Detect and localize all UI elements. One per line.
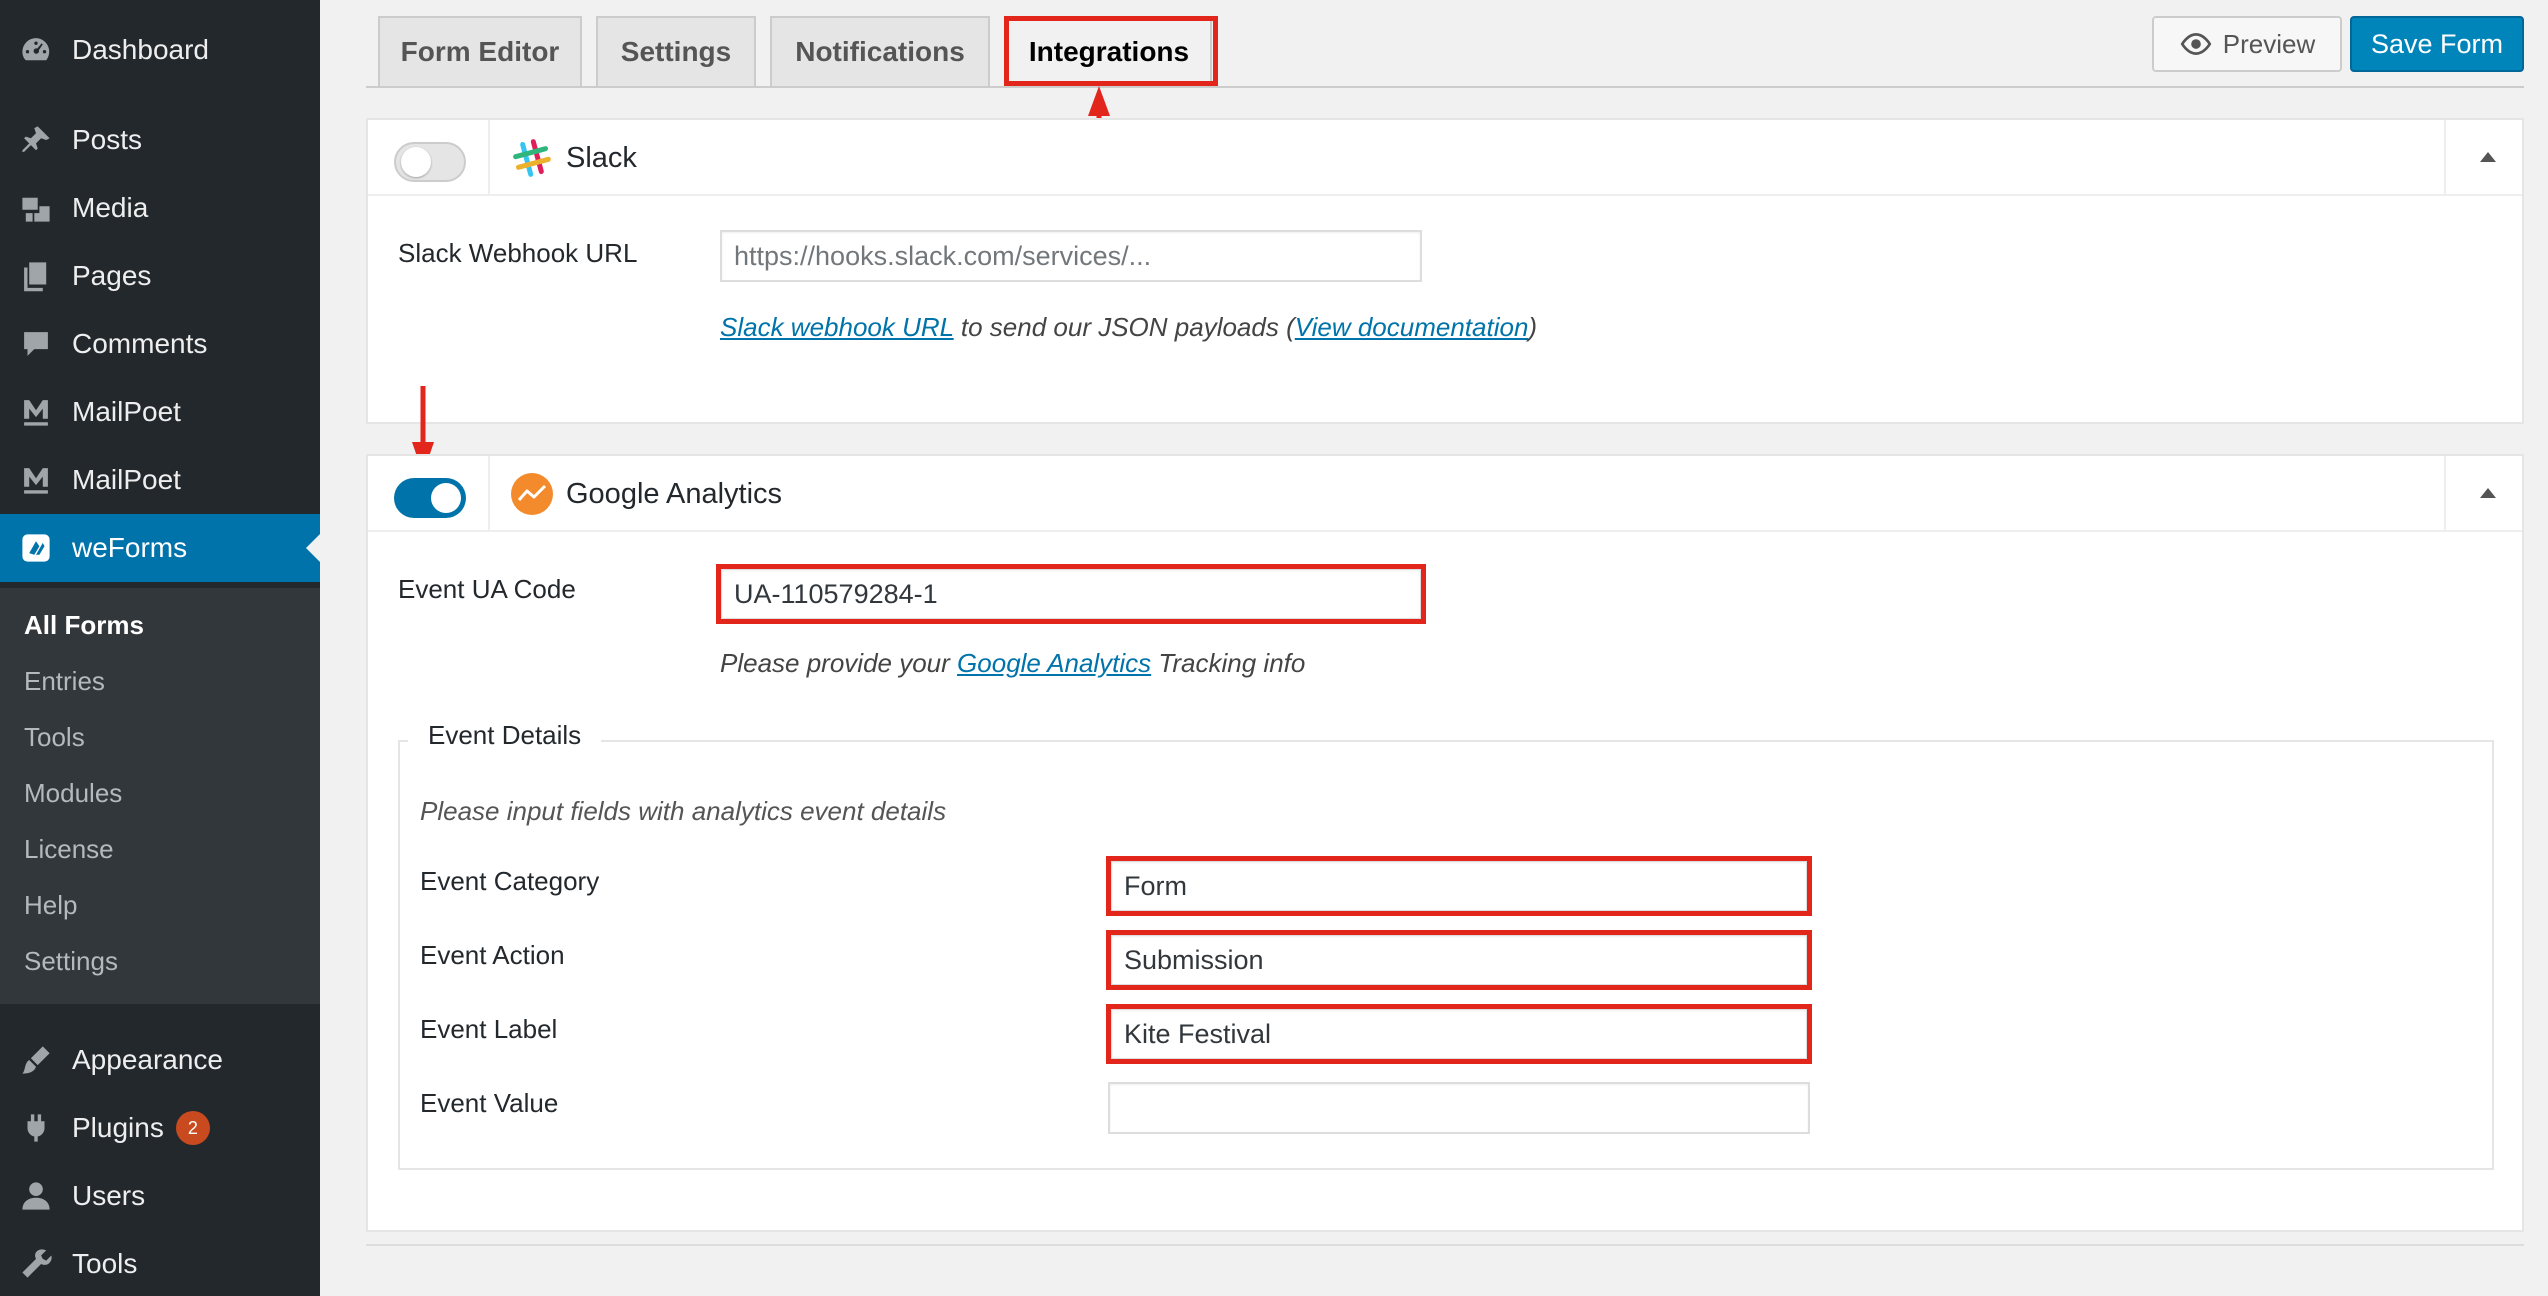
tab-integrations[interactable]: Integrations <box>1006 16 1212 86</box>
menu-label: Appearance <box>72 1044 224 1075</box>
ua-code-input[interactable]: UA-110579284-1 <box>720 568 1422 620</box>
media-icon <box>18 190 54 226</box>
slack-title: Slack <box>566 142 637 174</box>
slack-logo-icon <box>513 139 551 177</box>
menu-item-mailpoet[interactable]: MailPoet <box>0 378 320 446</box>
submenu-item-modules[interactable]: Modules <box>24 778 122 809</box>
event-category-input[interactable]: Form <box>1110 860 1808 912</box>
preview-label: Preview <box>2222 28 2316 59</box>
menu-item-media[interactable]: Media <box>0 174 320 242</box>
menu-item-plugins[interactable]: Plugins 2 <box>0 1094 320 1162</box>
slack-panel-header[interactable]: Slack <box>368 120 2522 196</box>
ga-help-text: Please provide your Google Analytics Tra… <box>720 648 1306 678</box>
submenu-item-tools[interactable]: Tools <box>24 722 85 753</box>
collapse-arrow-icon[interactable] <box>2480 488 2496 498</box>
event-action-input[interactable]: Submission <box>1110 934 1808 986</box>
menu-item-pages[interactable]: Pages <box>0 242 320 310</box>
event-label-label: Event Label <box>420 1014 558 1044</box>
tab-notifications[interactable]: Notifications <box>770 16 990 86</box>
comment-icon <box>18 326 54 362</box>
ga-toggle[interactable] <box>394 478 466 518</box>
tab-form-editor[interactable]: Form Editor <box>378 16 582 86</box>
menu-item-comments[interactable]: Comments <box>0 310 320 378</box>
ua-code-label: Event UA Code <box>398 574 576 604</box>
menu-label: Users <box>72 1180 146 1211</box>
google-analytics-link[interactable]: Google Analytics <box>957 648 1151 678</box>
submenu-item-settings[interactable]: Settings <box>24 946 118 977</box>
slack-help-mid: to send our JSON payloads ( <box>960 312 1295 342</box>
slack-help-text: Slack webhook URL to send our JSON paylo… <box>720 312 1537 343</box>
plugin-icon <box>18 1110 54 1146</box>
eye-icon <box>2180 33 2212 55</box>
event-details-legend: Event Details <box>408 720 602 751</box>
ga-title: Google Analytics <box>566 478 783 510</box>
menu-item-posts[interactable]: Posts <box>0 106 320 174</box>
event-value-label: Event Value <box>420 1088 559 1118</box>
weforms-icon <box>18 530 54 566</box>
menu-label: Pages <box>72 260 152 291</box>
user-icon <box>18 1178 54 1214</box>
view-documentation-link[interactable]: View documentation <box>1295 312 1529 342</box>
menu-label: Tools <box>72 1248 138 1279</box>
menu-item-mailpoet-2[interactable]: MailPoet <box>0 446 320 514</box>
wrench-icon <box>18 1246 54 1282</box>
google-analytics-icon <box>511 473 553 515</box>
slack-webhook-label: Slack Webhook URL <box>398 238 638 268</box>
brush-icon <box>18 1042 54 1078</box>
menu-label: Dashboard <box>72 34 209 65</box>
slack-help-end: ) <box>1528 312 1538 342</box>
slack-webhook-link[interactable]: Slack webhook URL <box>720 312 954 342</box>
submenu-item-help[interactable]: Help <box>24 890 77 921</box>
menu-label: MailPoet <box>72 464 181 495</box>
pin-icon <box>18 122 54 158</box>
dashboard-icon <box>18 32 54 68</box>
preview-button[interactable]: Preview <box>2152 16 2342 72</box>
save-form-button[interactable]: Save Form <box>2350 16 2524 72</box>
slack-integration-panel: Slack Slack Webhook URL https://hooks.sl… <box>366 118 2524 424</box>
menu-label: weForms <box>72 532 188 563</box>
event-value-input[interactable] <box>1108 1082 1810 1134</box>
ga-panel-header[interactable]: Google Analytics <box>368 456 2522 532</box>
slack-toggle[interactable] <box>394 142 466 182</box>
event-action-label: Event Action <box>420 940 565 970</box>
menu-label: Posts <box>72 124 143 155</box>
slack-webhook-input[interactable]: https://hooks.slack.com/services/... <box>720 230 1422 282</box>
tab-settings[interactable]: Settings <box>596 16 756 86</box>
menu-item-appearance[interactable]: Appearance <box>0 1026 320 1094</box>
menu-item-dashboard[interactable]: Dashboard <box>0 16 320 84</box>
menu-label: Comments <box>72 328 208 359</box>
mailpoet-icon <box>18 394 54 430</box>
menu-label: MailPoet <box>72 396 181 427</box>
pages-icon <box>18 258 54 294</box>
event-label-input[interactable]: Kite Festival <box>1110 1008 1808 1060</box>
submenu-item-entries[interactable]: Entries <box>24 666 105 697</box>
weforms-submenu: All Forms Entries Tools Modules License … <box>0 588 320 1004</box>
update-count-badge: 2 <box>175 1111 210 1145</box>
menu-label: Plugins <box>72 1112 164 1143</box>
collapse-arrow-icon[interactable] <box>2480 152 2496 162</box>
google-analytics-panel: Google Analytics Event UA Code UA-110579… <box>366 454 2524 1232</box>
mailpoet-icon <box>18 462 54 498</box>
event-category-label: Event Category <box>420 866 600 896</box>
menu-item-tools[interactable]: Tools <box>0 1230 320 1296</box>
submenu-item-license[interactable]: License <box>24 834 114 865</box>
menu-item-weforms[interactable]: weForms <box>0 514 320 582</box>
menu-label: Media <box>72 192 149 223</box>
content-bottom-divider <box>366 1244 2524 1246</box>
fieldset-help-text: Please input fields with analytics event… <box>420 796 947 826</box>
admin-sidebar: Dashboard Posts Media Pages Comments Mai… <box>0 0 320 1296</box>
menu-item-users[interactable]: Users <box>0 1162 320 1230</box>
submenu-item-all-forms[interactable]: All Forms <box>24 610 144 641</box>
tabs-underline <box>366 86 2524 88</box>
